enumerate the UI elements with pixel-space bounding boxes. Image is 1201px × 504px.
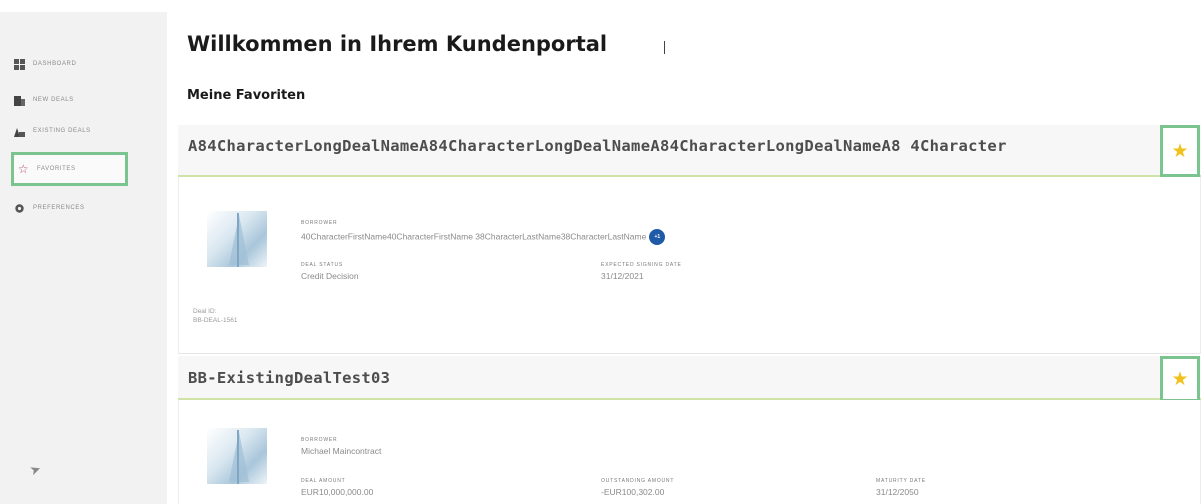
deal-card-body[interactable]: Borrower 40CharacterFirstName40Character… bbox=[178, 177, 1201, 354]
favorites-heading: Meine Favoriten bbox=[187, 88, 306, 103]
deal-thumbnail bbox=[207, 428, 267, 484]
star-filled-icon: ★ bbox=[1171, 368, 1189, 390]
star-filled-icon: ★ bbox=[1171, 140, 1189, 162]
signing-date-value: 31/12/2021 bbox=[601, 271, 644, 281]
sidebar-item-label: Preferences bbox=[33, 205, 85, 211]
sidebar-item-label: Existing Deals bbox=[33, 128, 91, 134]
dashboard-icon bbox=[14, 58, 25, 70]
borrower-count-badge[interactable]: +1 bbox=[649, 229, 666, 245]
borrower-value: Michael Maincontract bbox=[301, 446, 382, 456]
borrower-value: 40CharacterFirstName40CharacterFirstName… bbox=[301, 229, 666, 245]
gear-icon bbox=[14, 203, 25, 214]
maturity-date-label: Maturity Date bbox=[876, 478, 926, 484]
maturity-date-value: 31/12/2050 bbox=[876, 487, 919, 497]
existing-deals-icon bbox=[14, 126, 25, 137]
sidebar-item-label: Favorites bbox=[37, 166, 76, 172]
deal-amount-label: Deal Amount bbox=[301, 478, 346, 484]
deal-card-header[interactable]: A84CharacterLongDealNameA84CharacterLong… bbox=[178, 125, 1201, 177]
deal-name: BB-ExistingDealTest03 bbox=[188, 369, 391, 387]
deal-status-label: Deal Status bbox=[301, 262, 344, 268]
borrower-name: 40CharacterFirstName40CharacterFirstName… bbox=[301, 231, 647, 242]
signing-date-label: Expected Signing Date bbox=[601, 262, 682, 268]
sidebar: Dashboard New Deals Existing Deals ☆ Fav… bbox=[0, 12, 167, 504]
new-deals-icon bbox=[14, 95, 25, 106]
deal-thumbnail bbox=[207, 211, 267, 267]
deal-id-label: Deal ID: bbox=[193, 308, 217, 315]
text-caret bbox=[664, 41, 665, 54]
portal-page: Dashboard New Deals Existing Deals ☆ Fav… bbox=[0, 0, 1201, 504]
sidebar-item-dashboard[interactable]: Dashboard bbox=[14, 54, 159, 74]
sidebar-item-existing-deals[interactable]: Existing Deals bbox=[14, 121, 159, 141]
outstanding-amount-label: Outstanding Amount bbox=[601, 478, 675, 484]
borrower-label: Borrower bbox=[301, 220, 338, 226]
star-outline-icon: ☆ bbox=[17, 162, 30, 176]
deal-status-value: Credit Decision bbox=[301, 271, 359, 281]
deal-card-body[interactable]: Borrower Michael Maincontract Deal Amoun… bbox=[178, 400, 1201, 504]
deal-amount-value: EUR10,000,000.00 bbox=[301, 487, 374, 497]
sidebar-item-preferences[interactable]: Preferences bbox=[14, 198, 159, 218]
sidebar-item-new-deals[interactable]: New Deals bbox=[14, 90, 159, 110]
deal-id-value: BB-DEAL-1561 bbox=[193, 317, 238, 324]
favorite-star-button[interactable]: ★ bbox=[1160, 356, 1200, 402]
deal-name: A84CharacterLongDealNameA84CharacterLong… bbox=[188, 137, 1007, 155]
sidebar-item-favorites[interactable]: ☆ Favorites bbox=[11, 152, 128, 186]
page-title: Willkommen in Ihrem Kundenportal bbox=[187, 32, 608, 56]
sidebar-item-label: New Deals bbox=[33, 97, 74, 103]
outstanding-amount-value: -EUR100,302.00 bbox=[601, 487, 665, 497]
borrower-label: Borrower bbox=[301, 437, 338, 443]
sidebar-item-label: Dashboard bbox=[33, 61, 77, 67]
favorite-star-button[interactable]: ★ bbox=[1160, 125, 1200, 177]
deal-card-header[interactable]: BB-ExistingDealTest03 bbox=[178, 356, 1201, 400]
